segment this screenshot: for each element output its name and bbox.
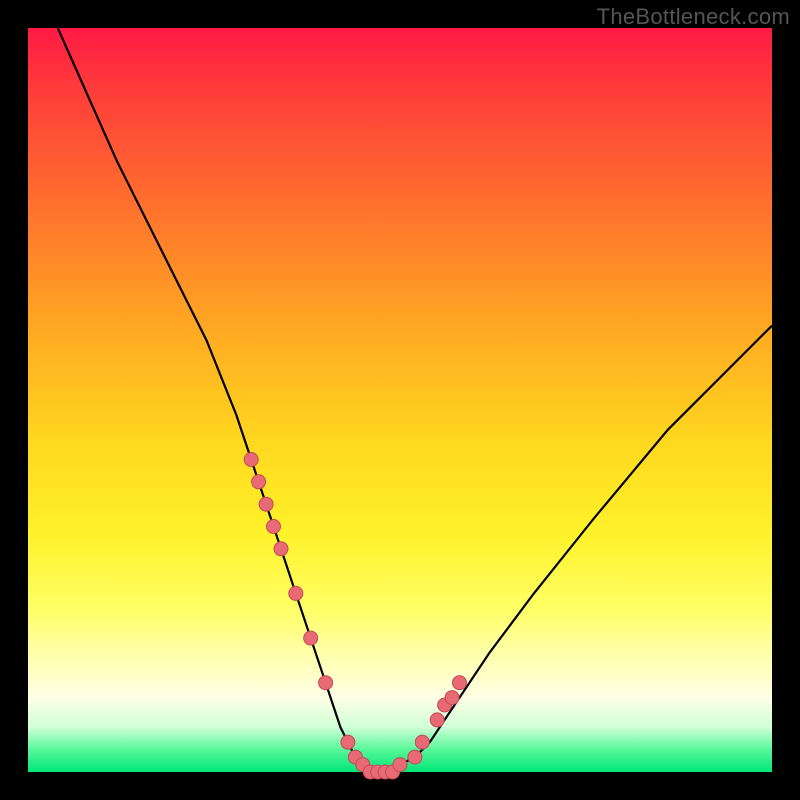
marker-dot <box>274 542 288 556</box>
marker-dot <box>259 497 273 511</box>
marker-dot <box>244 453 258 467</box>
marker-dot <box>430 713 444 727</box>
bottleneck-curve <box>58 28 772 772</box>
marker-dot <box>341 735 355 749</box>
marker-dot <box>408 750 422 764</box>
marker-dot <box>267 520 281 534</box>
marker-dot <box>252 475 266 489</box>
marker-dot <box>445 691 459 705</box>
chart-overlay <box>0 0 800 800</box>
highlight-markers <box>244 453 466 780</box>
marker-dot <box>453 676 467 690</box>
marker-dot <box>304 631 318 645</box>
marker-dot <box>319 676 333 690</box>
marker-dot <box>289 586 303 600</box>
marker-dot <box>415 735 429 749</box>
chart-stage: TheBottleneck.com <box>0 0 800 800</box>
marker-dot <box>393 758 407 772</box>
